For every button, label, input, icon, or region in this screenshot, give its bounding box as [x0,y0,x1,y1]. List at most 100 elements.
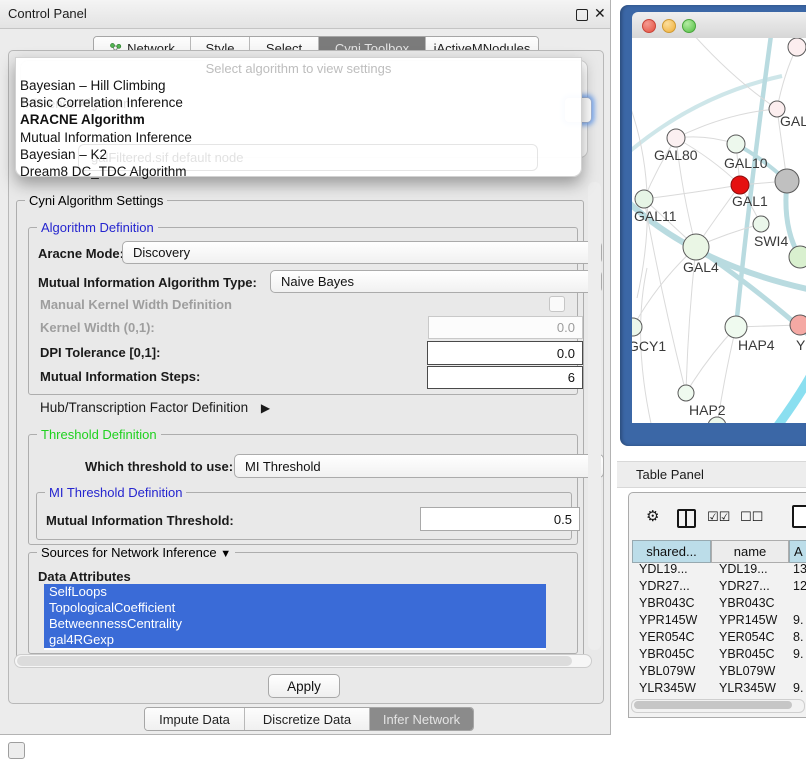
attribute-item[interactable]: gal4RGexp [44,632,546,648]
table-cell[interactable]: YBR043C [632,596,712,613]
float-window-icon[interactable] [576,9,588,21]
node-swi4[interactable] [753,216,769,232]
column-header-a[interactable]: A [789,540,806,563]
table-cell[interactable]: YDR27... [712,579,790,596]
table-row[interactable]: YBL079WYBL079W [632,664,806,681]
node-gray[interactable] [775,169,799,193]
algorithm-option[interactable]: Bayesian – K2 [20,146,577,163]
table-cell[interactable]: YBR045C [712,647,790,664]
table-cell[interactable]: YBL079W [632,664,712,681]
table-cell[interactable]: YBR045C [632,647,712,664]
mi-algorithm-type-select[interactable]: Naive Bayes ▲▼ [270,270,602,293]
deselect-all-checks-icon[interactable]: ☐☐ [740,509,763,525]
minimize-traffic-light-icon[interactable] [662,19,676,33]
table-panel-titlebar[interactable]: Table Panel [617,461,806,488]
table-row[interactable]: YLR345WYLR345W9. [632,681,806,698]
table-cell[interactable]: 9. [790,647,806,664]
table-row[interactable]: YDR27...YDR27...12 [632,579,806,596]
columns-icon[interactable] [677,509,696,528]
tab-impute-data[interactable]: Impute Data [145,708,245,730]
network-canvas[interactable]: GAL GAL80 GAL10 GAL1 GAL11 SWI4 GAL4 GCY… [632,38,806,423]
table-cell[interactable]: YER054C [632,630,712,647]
attribute-item[interactable]: BetweennessCentrality [44,616,546,632]
aracne-mode-select[interactable]: Discovery ▲▼ [122,241,602,264]
table-cell[interactable]: 9. [790,681,806,698]
node-gal-top[interactable] [788,38,806,56]
screen: Control Panel ✕ Network Style Select [0,0,806,762]
select-all-checks-icon[interactable]: ☑☑ [707,509,730,525]
algorithm-option[interactable]: ARACNE Algorithm [20,111,577,128]
control-panel-window: Control Panel ✕ Network Style Select [0,0,611,735]
horizontal-scrollbar-thumb[interactable] [17,656,572,666]
manual-kernel-width-checkbox[interactable] [549,296,565,312]
column-header-name[interactable]: name [711,540,789,563]
network-window-titlebar[interactable] [632,12,806,39]
collapsed-panel-icon[interactable] [8,742,25,759]
node-gal80[interactable] [667,129,685,147]
node-label: Y [796,337,806,353]
collapse-down-icon[interactable]: ▼ [220,548,231,560]
network-graph: GAL GAL80 GAL10 GAL1 GAL11 SWI4 GAL4 GCY… [632,38,806,423]
table-cell[interactable]: YLR345W [632,681,712,698]
node-gal4[interactable] [683,234,709,260]
apply-button[interactable]: Apply [268,674,340,698]
table-cell[interactable] [790,664,806,681]
table-header: shared... name A [632,540,806,563]
maximize-traffic-light-icon[interactable] [682,19,696,33]
table-cell[interactable] [790,596,806,613]
table-cell[interactable]: YPR145W [632,613,712,630]
algorithm-option[interactable]: Dream8 DC_TDC Algorithm [20,163,577,180]
node-gal10[interactable] [727,135,745,153]
table-cell[interactable]: YDR27... [632,579,712,596]
close-traffic-light-icon[interactable] [642,19,656,33]
document-icon[interactable] [792,505,806,528]
attribute-item[interactable]: TopologicalCoefficient [44,600,546,616]
node-hap4[interactable] [725,316,747,338]
network-view-window[interactable]: GAL GAL80 GAL10 GAL1 GAL11 SWI4 GAL4 GCY… [620,5,806,446]
tab-discretize-data[interactable]: Discretize Data [245,708,370,730]
algorithm-option[interactable]: Basic Correlation Inference [20,94,577,111]
node-green-right[interactable] [789,246,806,268]
mi-steps-input[interactable]: 6 [427,366,583,389]
node-salmon[interactable] [790,315,806,335]
which-threshold-select[interactable]: MI Threshold ▲▼ [234,454,604,478]
data-attributes-list[interactable]: SelfLoopsTopologicalCoefficientBetweenne… [44,584,546,650]
expand-right-icon[interactable]: ▶ [261,401,270,415]
table-cell[interactable]: YER054C [712,630,790,647]
mi-threshold-input[interactable]: 0.5 [420,507,580,531]
table-cell[interactable]: YLR345W [712,681,790,698]
algorithm-option[interactable]: Mutual Information Inference [20,129,577,146]
node-gal1-selected[interactable] [731,176,749,194]
algorithm-option[interactable]: Bayesian – Hill Climbing [20,77,577,94]
control-panel-titlebar[interactable]: Control Panel ✕ [0,0,610,29]
close-icon[interactable]: ✕ [594,5,606,22]
node-gal11[interactable] [635,190,653,208]
settings-vertical-scrollbar[interactable] [588,182,601,650]
kernel-width-input[interactable]: 0.0 [428,316,583,339]
table-cell[interactable]: 12 [790,579,806,596]
table-cell[interactable]: YDL19... [712,562,790,579]
table-horizontal-scrollbar[interactable] [631,699,805,713]
node-hap2[interactable] [678,385,694,401]
table-row[interactable]: YBR043CYBR043C [632,596,806,613]
table-row[interactable]: YPR145WYPR145W9. [632,613,806,630]
settings-horizontal-scrollbar[interactable] [14,654,592,668]
sources-legend[interactable]: Sources for Network Inference ▼ [37,545,235,560]
column-header-shared-name[interactable]: shared... [632,540,711,563]
table-cell[interactable]: YBR043C [712,596,790,613]
table-cell[interactable]: 13 [790,562,806,579]
hub-factor-expander[interactable]: Hub/Transcription Factor Definition ▶ [40,400,270,415]
table-cell[interactable]: YBL079W [712,664,790,681]
table-cell[interactable]: YPR145W [712,613,790,630]
table-cell[interactable]: 8. [790,630,806,647]
gear-icon[interactable]: ⚙ [646,507,659,525]
table-cell[interactable]: YDL19... [632,562,712,579]
table-row[interactable]: YER054CYER054C8. [632,630,806,647]
table-row[interactable]: YDL19...YDL19...13 [632,562,806,579]
table-scrollbar-thumb[interactable] [634,701,792,709]
dpi-tolerance-input[interactable]: 0.0 [427,341,583,365]
table-row[interactable]: YBR045CYBR045C9. [632,647,806,664]
tab-infer-network[interactable]: Infer Network [370,708,473,730]
table-cell[interactable]: 9. [790,613,806,630]
attribute-item[interactable]: SelfLoops [44,584,546,600]
